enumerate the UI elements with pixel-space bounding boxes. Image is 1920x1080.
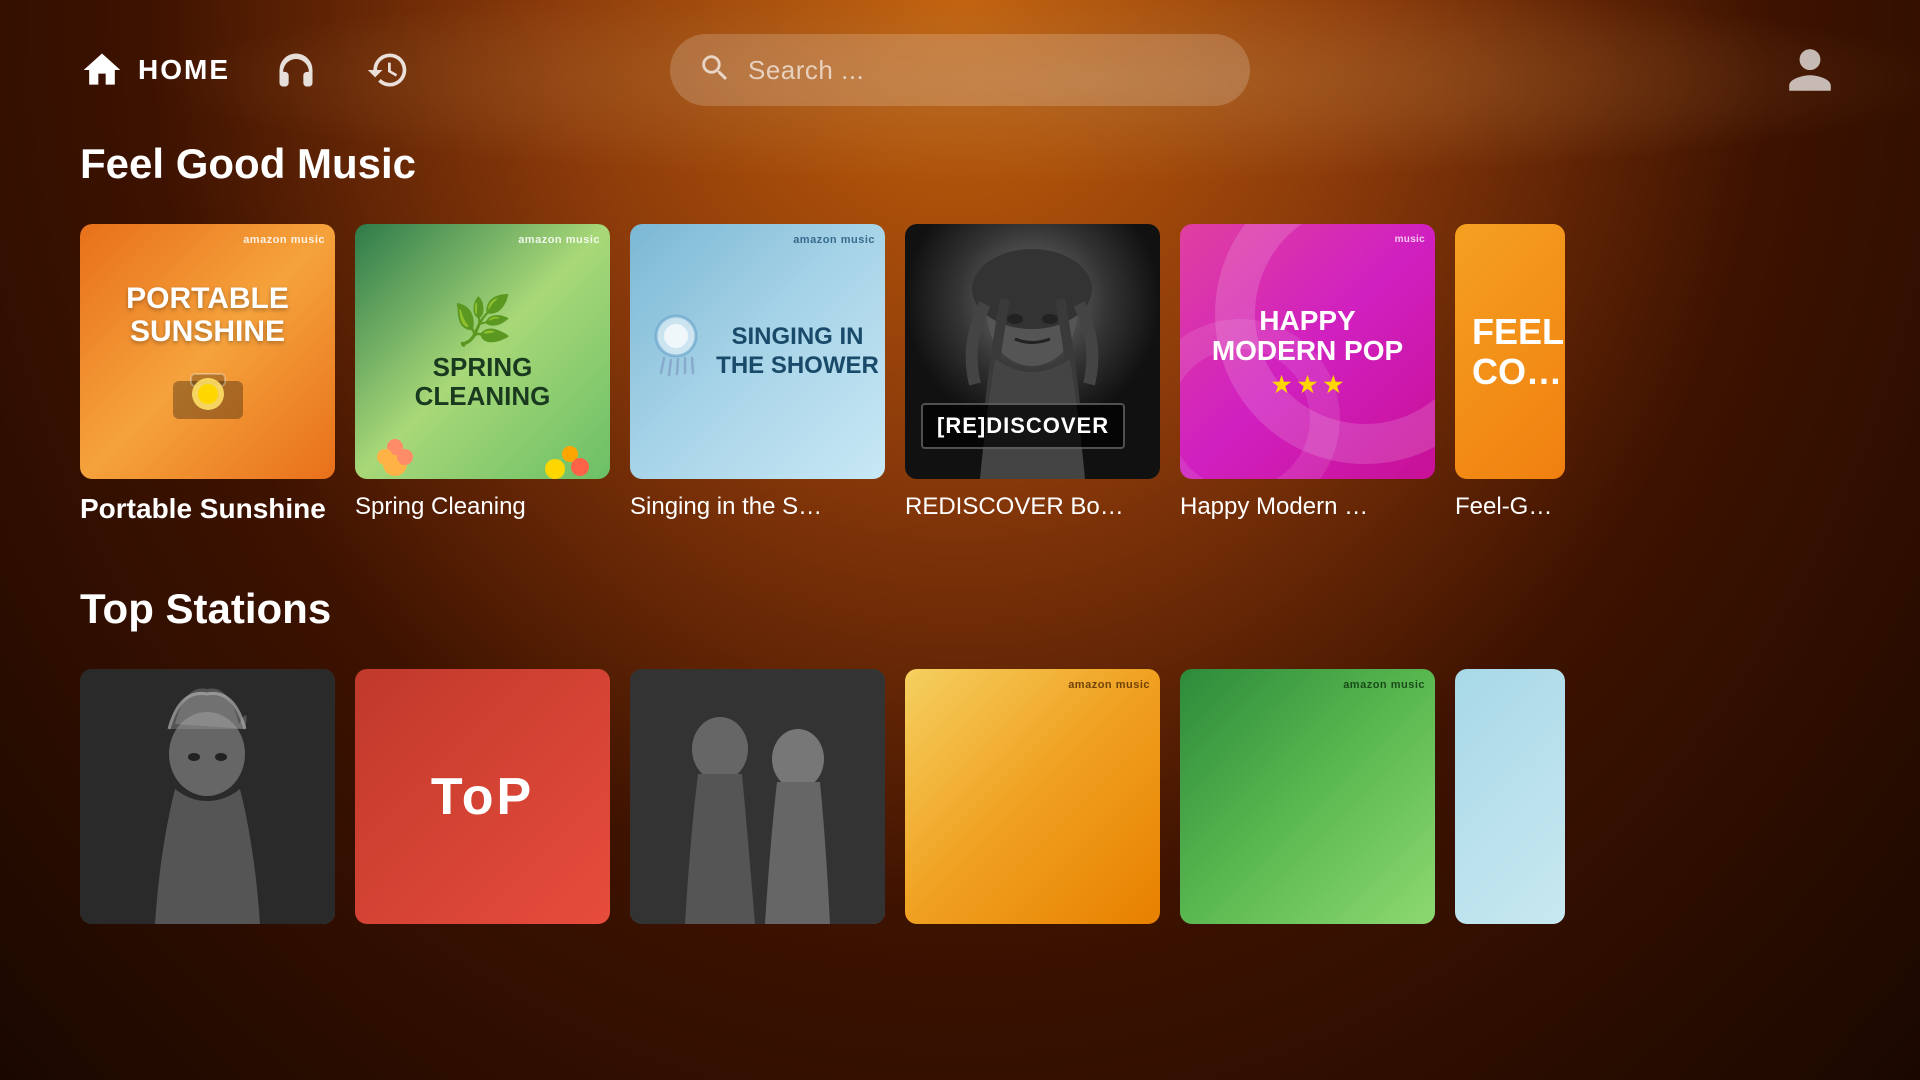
card-portable-sunshine[interactable]: amazon music PORTABLESUNSHINE P: [80, 224, 335, 525]
station-blue-art: [1455, 669, 1565, 924]
station-top-text: ToP: [431, 767, 534, 827]
station-gradient-art: amazon music: [905, 669, 1160, 924]
feel-good-music-title: Feel Good Music: [80, 140, 1840, 188]
station-card-blue[interactable]: [1455, 669, 1565, 924]
spring-cleaning-text: SPRINGCLEANING: [415, 353, 551, 410]
home-icon: [80, 48, 124, 92]
rediscover-badge: [RE]DISCOVER: [921, 403, 1125, 449]
sun-suitcase-icon: [163, 356, 253, 421]
card-singing-shower[interactable]: amazon music SINGING INTHE SH: [630, 224, 885, 525]
navbar: HOME Search ...: [0, 0, 1920, 140]
station-jazz-art: [630, 669, 885, 924]
nav-left: HOME: [80, 44, 670, 96]
spring-cleaning-label: Spring Cleaning: [355, 493, 610, 521]
station-jazz-img: [630, 669, 885, 924]
station-gradient-img: amazon music: [905, 669, 1160, 924]
amazon-music-badge-station4: amazon music: [1068, 679, 1150, 691]
profile-button[interactable]: [1780, 40, 1840, 100]
station-green-img: amazon music: [1180, 669, 1435, 924]
station-card-woman[interactable]: [80, 669, 335, 924]
rediscover-label: REDISCOVER Bo…: [905, 493, 1160, 521]
station-woman-art: [80, 669, 335, 924]
home-nav-item[interactable]: HOME: [80, 48, 230, 92]
rediscover-art: amazon music: [905, 224, 1160, 479]
search-placeholder: Search ...: [748, 55, 864, 86]
station-top-art: ToP: [355, 669, 610, 924]
top-stations-cards-row: ToP: [80, 669, 1840, 924]
flowers-decoration: [355, 399, 610, 479]
card-feel-good-partial[interactable]: FEELCO… Feel-Go…: [1455, 224, 1565, 525]
spring-cleaning-art: amazon music 🌿 SPRINGCLEANING: [355, 224, 610, 479]
happy-modern-pop-art: music HAPPYMODERN POP ★ ★ ★: [1180, 224, 1435, 479]
station-woman-img: [80, 669, 335, 924]
station-card-jazz[interactable]: [630, 669, 885, 924]
search-icon: [698, 51, 732, 90]
spray-icon: 🌿: [453, 292, 513, 349]
portable-sunshine-text: PORTABLESUNSHINE: [126, 282, 289, 348]
station-card-green[interactable]: amazon music: [1180, 669, 1435, 924]
happy-modern-pop-label: Happy Modern …: [1180, 493, 1435, 521]
woman-silhouette: [80, 669, 335, 924]
nav-right: [1250, 40, 1840, 100]
top-stations-title: Top Stations: [80, 585, 1840, 633]
station-blue-img: [1455, 669, 1565, 924]
feel-good-label: Feel-Go…: [1455, 493, 1565, 521]
card-happy-modern-pop[interactable]: music HAPPYMODERN POP ★ ★ ★ Happy Modern…: [1180, 224, 1435, 525]
card-spring-cleaning-img: amazon music 🌿 SPRINGCLEANING: [355, 224, 610, 479]
station-green-art: amazon music: [1180, 669, 1435, 924]
feel-good-text: FEELCO…: [1456, 312, 1564, 391]
card-portable-sunshine-img: amazon music PORTABLESUNSHINE: [80, 224, 335, 479]
card-singing-shower-img: amazon music SINGING INTHE SH: [630, 224, 885, 479]
top-stations-section: Top Stations: [80, 585, 1840, 924]
main-content: Feel Good Music amazon music PORTABLESUN…: [0, 140, 1920, 924]
station-top-img: ToP: [355, 669, 610, 924]
card-spring-cleaning[interactable]: amazon music 🌿 SPRINGCLEANING: [355, 224, 610, 525]
singing-shower-art: amazon music SINGING INTHE SH: [630, 224, 885, 479]
portable-sunshine-label: Portable Sunshine: [80, 493, 335, 525]
home-label: HOME: [138, 54, 230, 86]
singing-shower-label: Singing in the S…: [630, 493, 885, 521]
station-card-top[interactable]: ToP: [355, 669, 610, 924]
feel-good-art: FEELCO…: [1455, 224, 1565, 479]
history-icon: [366, 48, 410, 92]
card-feel-good-img: FEELCO…: [1455, 224, 1565, 479]
search-bar[interactable]: Search ...: [670, 34, 1250, 106]
profile-icon: [1784, 44, 1836, 96]
headphones-icon: [274, 48, 318, 92]
showerhead-icon: [636, 308, 716, 388]
amazon-music-badge: amazon music: [243, 234, 325, 246]
happy-modern-pop-text: HAPPYMODERN POP ★ ★ ★: [1212, 306, 1403, 398]
amazon-music-badge-3: amazon music: [793, 234, 875, 246]
headphones-button[interactable]: [270, 44, 322, 96]
history-button[interactable]: [362, 44, 414, 96]
jazz-silhouettes: [630, 669, 885, 924]
card-rediscover-img: amazon music: [905, 224, 1160, 479]
feel-good-cards-row: amazon music PORTABLESUNSHINE P: [80, 224, 1840, 525]
singing-shower-text: SINGING INTHE SHOWER: [716, 323, 879, 381]
card-happy-modern-pop-img: music HAPPYMODERN POP ★ ★ ★: [1180, 224, 1435, 479]
amazon-music-badge-station5: amazon music: [1343, 679, 1425, 691]
card-rediscover[interactable]: amazon music: [905, 224, 1160, 525]
station-card-gradient[interactable]: amazon music: [905, 669, 1160, 924]
amazon-music-badge-2: amazon music: [518, 234, 600, 246]
feel-good-music-section: Feel Good Music amazon music PORTABLESUN…: [80, 140, 1840, 525]
portable-sunshine-art: amazon music PORTABLESUNSHINE: [80, 224, 335, 479]
